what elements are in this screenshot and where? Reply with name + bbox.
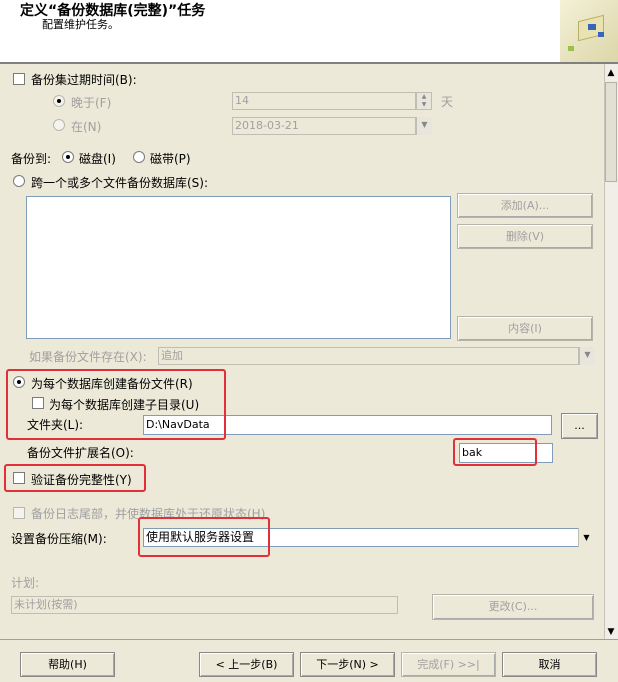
if-exists-select[interactable]: 追加: [158, 347, 579, 365]
across-files-label: 跨一个或多个文件备份数据库(S):: [31, 176, 209, 190]
cancel-button[interactable]: 取消: [502, 652, 597, 677]
if-exists-dropdown-icon[interactable]: ▼: [579, 347, 595, 365]
finish-button[interactable]: 完成(F) >>|: [401, 652, 496, 677]
compression-dropdown-icon[interactable]: ▼: [578, 528, 594, 547]
date-dropdown-icon[interactable]: ▼: [416, 117, 432, 135]
across-files-radio[interactable]: [13, 175, 25, 187]
backup-to-disk-label: 磁盘(I): [79, 152, 116, 166]
backup-to-tape-label: 磁带(P): [150, 152, 191, 166]
tail-log-checkbox[interactable]: [13, 507, 25, 519]
expire-days-input[interactable]: 14: [232, 92, 416, 110]
contents-button[interactable]: 内容(I): [457, 316, 593, 341]
schedule-label: 计划:: [11, 576, 40, 590]
back-button[interactable]: < 上一步(B): [199, 652, 294, 677]
compression-label: 设置备份压缩(M):: [11, 532, 107, 546]
highlight-per-database: [6, 369, 226, 440]
scrollbar-thumb[interactable]: [605, 82, 617, 182]
backup-to-tape-radio[interactable]: [133, 151, 145, 163]
expire-days-spinner-icon[interactable]: ▲ ▼: [416, 92, 432, 110]
next-button[interactable]: 下一步(N) >: [300, 652, 395, 677]
scroll-up-icon[interactable]: ▲: [604, 66, 618, 80]
expire-date-picker[interactable]: 2018-03-21: [232, 117, 416, 135]
page-subtitle: 配置维护任务。: [42, 18, 119, 31]
backup-files-list[interactable]: [26, 196, 451, 339]
expire-on-label: 在(N): [71, 120, 102, 134]
highlight-extension: [453, 438, 537, 466]
expire-days-unit: 天: [441, 95, 454, 109]
wizard-banner-icon: [560, 0, 618, 62]
change-schedule-button[interactable]: 更改(C)...: [432, 594, 594, 620]
backup-set-expiry-label: 备份集过期时间(B):: [31, 73, 137, 87]
scroll-down-icon[interactable]: ▼: [604, 625, 618, 639]
add-file-button[interactable]: 添加(A)...: [457, 193, 593, 218]
expire-after-radio[interactable]: [53, 95, 65, 107]
highlight-compression: [138, 517, 270, 557]
backup-set-expiry-checkbox[interactable]: [13, 73, 25, 85]
expire-after-label: 晚于(F): [71, 96, 112, 110]
extension-label: 备份文件扩展名(O):: [27, 446, 134, 460]
schedule-display: 未计划(按需): [11, 596, 398, 614]
expire-on-radio[interactable]: [53, 119, 65, 131]
highlight-verify: [4, 464, 146, 492]
remove-file-button[interactable]: 删除(V): [457, 224, 593, 249]
backup-to-label: 备份到:: [11, 152, 52, 166]
backup-to-disk-radio[interactable]: [62, 151, 74, 163]
if-exists-label: 如果备份文件存在(X):: [29, 350, 147, 364]
help-button[interactable]: 帮助(H): [20, 652, 115, 677]
browse-folder-button[interactable]: ...: [561, 413, 598, 439]
